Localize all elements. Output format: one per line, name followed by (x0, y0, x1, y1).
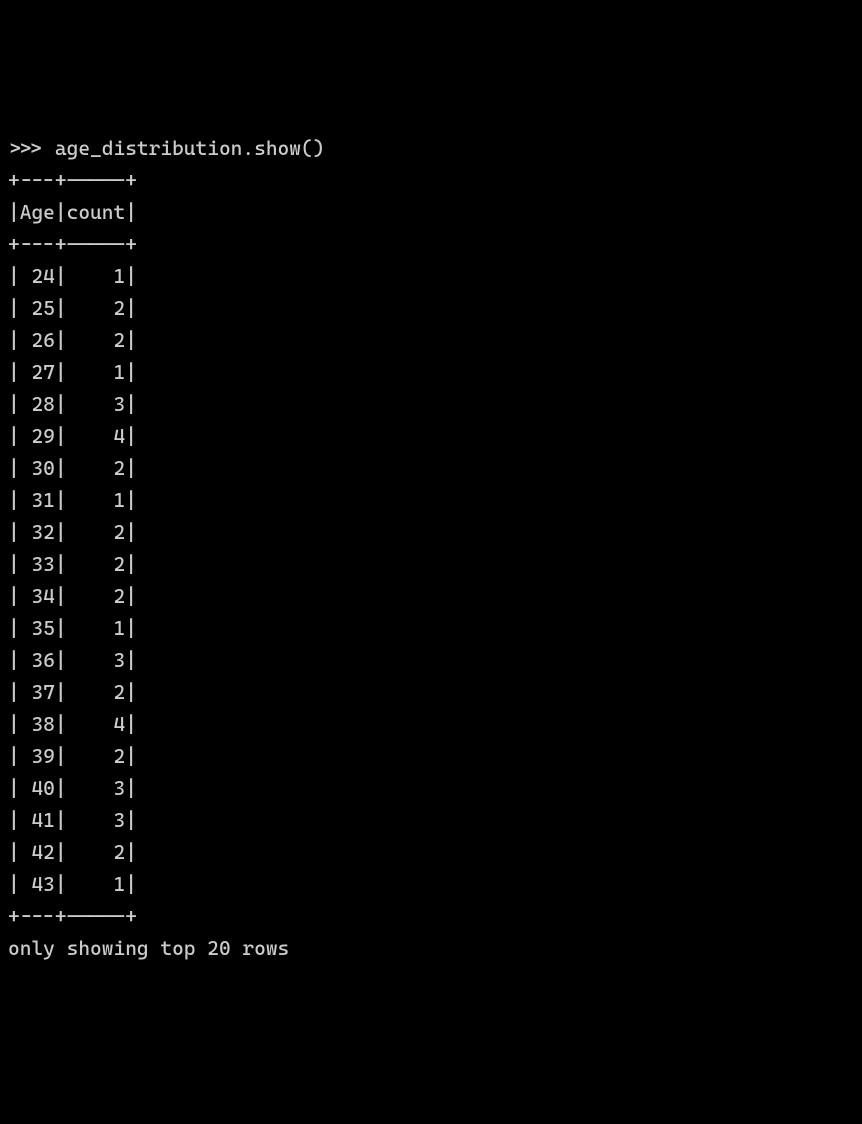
table-row: | 34| 2| (8, 580, 854, 612)
table-row: | 32| 2| (8, 516, 854, 548)
terminal-output[interactable]: >>> age_distribution.show()+---+-----+|A… (8, 132, 854, 964)
table-row: | 31| 1| (8, 484, 854, 516)
table-row: | 38| 4| (8, 708, 854, 740)
table-row: | 33| 2| (8, 548, 854, 580)
table-row: | 39| 2| (8, 740, 854, 772)
table-row: | 37| 2| (8, 676, 854, 708)
table-separator: +---+-----+ (8, 228, 854, 260)
table-row: | 40| 3| (8, 772, 854, 804)
table-header-row: |Age|count| (8, 196, 854, 228)
table-row: | 35| 1| (8, 612, 854, 644)
table-row: | 28| 3| (8, 388, 854, 420)
table-row: | 36| 3| (8, 644, 854, 676)
table-row: | 41| 3| (8, 804, 854, 836)
table-footer-message: only showing top 20 rows (8, 932, 854, 964)
repl-prompt: >>> (8, 136, 55, 160)
table-row: | 24| 1| (8, 260, 854, 292)
table-row: | 43| 1| (8, 868, 854, 900)
table-row: | 30| 2| (8, 452, 854, 484)
table-row: | 27| 1| (8, 356, 854, 388)
repl-input-line[interactable]: >>> age_distribution.show() (8, 132, 854, 164)
table-separator: +---+-----+ (8, 164, 854, 196)
table-row: | 29| 4| (8, 420, 854, 452)
repl-command: age_distribution.show() (55, 136, 325, 160)
table-row: | 25| 2| (8, 292, 854, 324)
table-separator: +---+-----+ (8, 900, 854, 932)
table-row: | 42| 2| (8, 836, 854, 868)
table-row: | 26| 2| (8, 324, 854, 356)
